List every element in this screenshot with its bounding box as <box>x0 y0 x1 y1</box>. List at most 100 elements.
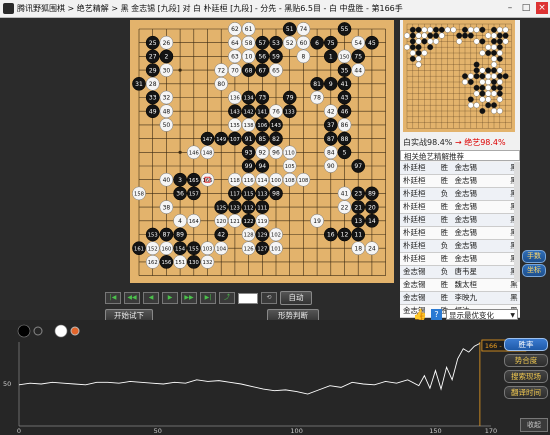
mini-black-stone <box>491 79 497 85</box>
move-number: 36 <box>176 191 184 198</box>
move-number: 11 <box>354 232 362 239</box>
move-number: 48 <box>163 108 171 115</box>
related-cell: 金志锡 <box>454 241 478 250</box>
win-rate-button[interactable]: 胜率 <box>504 338 548 351</box>
move-number: 146 <box>189 151 199 157</box>
move-number: 100 <box>271 178 281 184</box>
related-cell: 金志锡 <box>403 293 426 302</box>
move-number: 67 <box>258 67 266 74</box>
go-board[interactable]: 62 61 51 74 5525 26 64 58 57 53 52 60 6 75 54 4527 2 63 10… <box>130 20 394 283</box>
win-rate-graph[interactable]: 05010015017050166 - 98.4% <box>0 320 550 435</box>
related-cell: 胜 <box>440 176 449 185</box>
prev-move-button[interactable]: ◀ <box>143 292 159 304</box>
move-number: 18 <box>354 245 362 252</box>
next-move-button[interactable]: ▶ <box>162 292 178 304</box>
move-number: 157 <box>189 192 199 198</box>
move-number: 101 <box>271 246 281 252</box>
move-number: 79 <box>286 95 294 102</box>
move-number: 27 <box>149 54 157 61</box>
match-rate-button[interactable]: 势合度 <box>504 354 548 367</box>
back-many-button[interactable]: ◀◀ <box>124 292 140 304</box>
move-number: 59 <box>272 54 280 61</box>
move-number: 8 <box>301 54 305 61</box>
move-number: 12 <box>341 232 349 239</box>
related-row[interactable]: 朴廷桓胜金志锡黑 <box>400 175 520 188</box>
related-cell: 朴廷桓 <box>403 254 426 263</box>
first-move-button[interactable]: |◀ <box>105 292 121 304</box>
related-row[interactable]: 金志锡胜魏太桓黑 <box>400 279 520 292</box>
move-number: 76 <box>272 108 280 115</box>
related-row[interactable]: 朴廷桓胜金志锡黑 <box>400 227 520 240</box>
mini-black-stone <box>409 55 416 62</box>
time-button[interactable]: 翻译时间 <box>504 386 548 399</box>
mini-white-stone <box>496 50 503 56</box>
move-number: 74 <box>300 26 308 33</box>
move-number: 9 <box>329 81 333 88</box>
related-scrollbar[interactable] <box>514 162 520 282</box>
mini-white-stone <box>467 102 474 109</box>
maximize-button[interactable]: □ <box>520 2 532 14</box>
move-number: 130 <box>189 260 199 266</box>
mini-black-stone <box>479 73 486 80</box>
mini-white-stone <box>491 90 497 97</box>
related-list: 朴廷桓胜金志锡黑朴廷桓胜金志锡黑朴廷桓负金志锡黑朴廷桓胜金志锡黑朴廷桓胜金志锡黑… <box>400 162 520 318</box>
move-number: 141 <box>257 109 267 115</box>
move-number: 91 <box>245 136 253 143</box>
move-input[interactable] <box>238 292 258 304</box>
refresh-button[interactable]: ⟲ <box>261 292 277 304</box>
move-number: 21 <box>354 204 362 211</box>
mini-black-stone <box>409 32 416 39</box>
related-cell: 胜 <box>440 163 449 172</box>
mini-white-stone <box>485 96 492 103</box>
mini-board <box>403 20 515 132</box>
move-number: 40 <box>163 177 171 184</box>
related-cell: 胜 <box>440 293 449 302</box>
move-number: 85 <box>258 136 266 143</box>
move-number: 151 <box>175 260 185 266</box>
variation-select[interactable]: 显示最优变化 ▼ <box>446 309 518 320</box>
move-number: 60 <box>300 40 308 47</box>
mini-white-stone <box>496 96 503 103</box>
related-row[interactable]: 朴廷桓胜金志锡黑 <box>400 214 520 227</box>
move-number: 55 <box>341 26 349 33</box>
mini-white-stone <box>491 61 497 68</box>
help-icon[interactable]: ? <box>431 309 442 320</box>
related-row[interactable]: 朴廷桓胜金志锡黑 <box>400 253 520 266</box>
move-number: 16 <box>327 232 335 239</box>
move-number: 134 <box>244 96 255 102</box>
ai-win-rate: → 绝艺98.4% <box>454 138 506 147</box>
move-number: 126 <box>244 246 254 252</box>
mini-black-stone <box>438 26 445 33</box>
move-number: 128 <box>244 233 254 239</box>
move-number: 44 <box>354 67 362 74</box>
related-row[interactable]: 朴廷桓胜金志锡黑 <box>400 201 520 214</box>
move-number: 20 <box>368 204 376 211</box>
related-row[interactable]: 朴廷桓负金志锡黑 <box>400 240 520 253</box>
move-number: 125 <box>216 205 226 211</box>
related-row[interactable]: 朴廷桓负金志锡黑 <box>400 188 520 201</box>
collapse-button[interactable]: 收起 <box>520 418 548 432</box>
mini-black-stone <box>479 90 486 97</box>
auto-play-button[interactable]: 自动 <box>280 291 312 305</box>
related-row[interactable]: 金志锡负唐韦星黑 <box>400 266 520 279</box>
jump-button[interactable]: ⤴ <box>219 292 235 304</box>
move-number-button[interactable]: 手数 <box>522 250 546 263</box>
move-number: 41 <box>341 191 349 198</box>
forward-many-button[interactable]: ▶▶ <box>181 292 197 304</box>
related-row[interactable]: 金志锡 胜李映九 黑 <box>400 292 520 305</box>
related-row[interactable]: 朴廷桓胜金志锡黑 <box>400 162 520 175</box>
close-button[interactable]: × <box>536 2 548 14</box>
search-scene-button[interactable]: 搜索现场 <box>504 370 548 383</box>
move-number: 155 <box>189 246 199 252</box>
x-tick-label: 50 <box>154 427 162 435</box>
related-cell: 金志锡 <box>403 267 426 276</box>
mini-white-stone <box>444 26 451 33</box>
related-cell: 朴廷桓 <box>403 215 426 224</box>
last-move-button[interactable]: ▶| <box>200 292 216 304</box>
nav-controls: |◀ ◀◀ ◀ ▶ ▶▶ ▶| ⤴ ⟲ 自动 <box>105 291 312 305</box>
coordinate-button[interactable]: 坐标 <box>522 264 546 277</box>
y-tick-label: 50 <box>3 380 11 388</box>
move-number: 52 <box>286 40 294 47</box>
mini-white-stone <box>438 32 445 39</box>
minimize-button[interactable]: – <box>504 2 516 14</box>
